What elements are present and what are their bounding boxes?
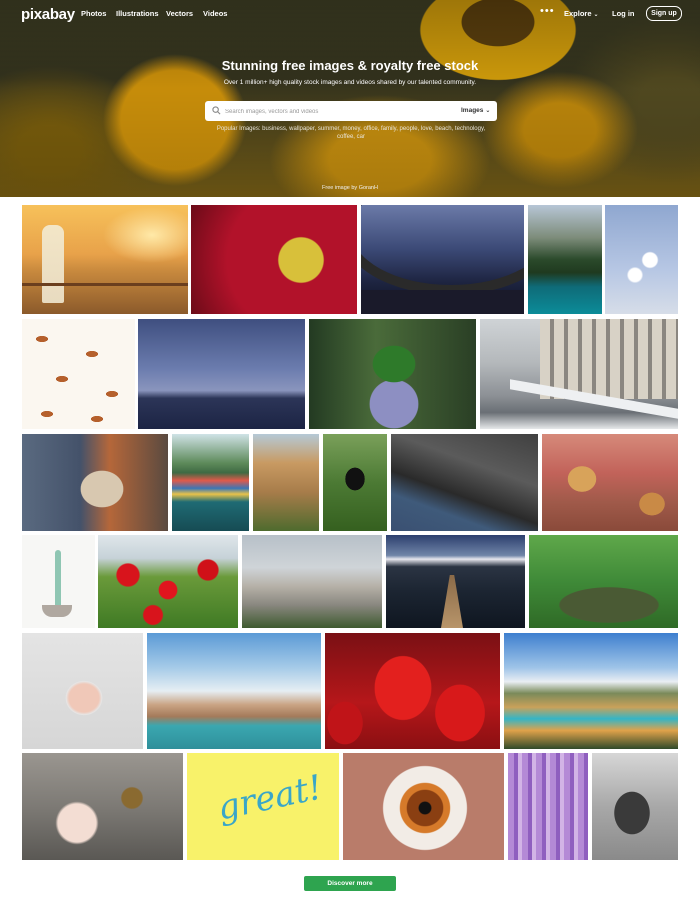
gallery-image-feet-landscape[interactable] [391,434,538,531]
gallery-image-old-town[interactable] [253,434,319,531]
gallery-image-black-cat[interactable] [323,434,387,531]
logo[interactable]: pixabay [21,6,75,23]
explore-label: Explore [564,9,592,18]
search-input[interactable] [223,104,447,120]
chevron-down-icon: ⌄ [485,108,491,114]
gallery-image-cactus-illustration[interactable] [22,535,95,628]
gallery-image-blue-mountains[interactable] [138,319,305,429]
gallery-image-strawberries[interactable] [325,633,500,749]
hero-overlay [0,0,700,197]
gallery-image-red-flower[interactable] [191,205,357,314]
gallery-image-mountain-lake[interactable] [528,205,602,314]
gallery-image-city-train[interactable] [480,319,678,429]
gallery-image-eye-closeup[interactable] [343,753,504,860]
gallery-image-teapot[interactable] [22,633,143,749]
search-bar: Images⌄ [205,101,497,121]
gallery-image-white-daisies[interactable] [605,205,678,314]
gallery-image-great-note[interactable]: great! [187,753,339,860]
gallery-image-lions[interactable] [542,434,678,531]
gallery-image-poppies[interactable] [98,535,238,628]
search-type-select[interactable]: Images ⌄ [461,107,490,114]
gallery-image-wisteria[interactable] [508,753,588,860]
gallery-image-venice[interactable] [147,633,321,749]
gallery-image-hot-spring[interactable] [504,633,678,749]
gallery-image-palace[interactable] [242,535,382,628]
gallery-image-boy-on-tree[interactable] [529,535,678,628]
hero-title: Stunning free images & royalty free stoc… [221,58,479,73]
nav-photos[interactable]: Photos [81,9,106,18]
nav-videos[interactable]: Videos [203,9,227,18]
nav-vectors[interactable]: Vectors [166,9,193,18]
gallery-image-deer-pattern[interactable] [22,319,135,429]
gallery-image-colorful-houses[interactable] [172,434,249,531]
search-icon[interactable] [212,106,221,115]
chevron-down-icon: ⌄ [593,12,599,18]
login-link[interactable]: Log in [612,9,635,18]
search-type-label: Images [461,107,484,114]
gallery-image-puppy[interactable] [22,434,168,531]
image-credit[interactable]: Free image by GoranH [0,185,700,191]
top-navigation: pixabay Photos Illustrations Vectors Vid… [0,0,700,28]
gallery-image-harbour-bridge[interactable] [361,205,524,314]
nav-illustrations[interactable]: Illustrations [116,9,159,18]
popular-images: Popular Images: business, wallpaper, sum… [216,126,486,140]
explore-menu[interactable]: Explore ⌄ [564,9,599,18]
hero-subtitle: Over 1 million+ high quality stock image… [223,79,477,86]
gallery-image-woman-pier[interactable] [22,205,188,314]
signup-button[interactable]: Sign up [646,6,682,21]
hero-banner: pixabay Photos Illustrations Vectors Vid… [0,0,700,197]
gallery-image-lake-pier[interactable] [386,535,525,628]
great-handwriting: great! [213,767,326,829]
discover-more-button[interactable]: Discover more [304,876,396,891]
gallery-image-couple-bw[interactable] [592,753,678,860]
gallery-image-leaf-face[interactable] [309,319,476,429]
gallery-image-bee-flower[interactable] [22,753,183,860]
more-dots-icon[interactable]: ••• [540,5,555,17]
